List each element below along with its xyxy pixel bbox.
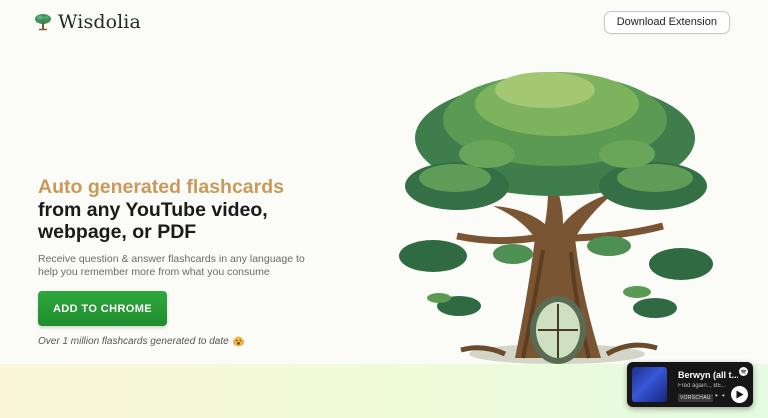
hero-subtext: Receive question & answer flashcards in …: [38, 252, 305, 279]
preview-badge: VORSCHAU: [678, 394, 713, 402]
spotify-icon[interactable]: [739, 367, 748, 376]
music-player-widget[interactable]: Berwyn (all t... Fred again.., BE... VOR…: [627, 362, 753, 407]
hero-section: Auto generated flashcards from any YouTu…: [38, 176, 338, 280]
more-options-icon[interactable]: • •: [715, 391, 726, 400]
headline-line-2: from any YouTube video,: [38, 198, 268, 221]
download-extension-button[interactable]: Download Extension: [603, 10, 730, 34]
stat-text: Over 1 million flashcards generated to d…: [38, 336, 229, 347]
hero-headline: Auto generated flashcards from any YouTu…: [38, 176, 338, 244]
site-header: Wisdolia Download Extension: [0, 0, 768, 44]
play-button[interactable]: [731, 386, 748, 403]
brand[interactable]: Wisdolia: [34, 11, 141, 33]
track-artist[interactable]: Fred again.., BE...: [678, 383, 730, 389]
brand-name: Wisdolia: [58, 11, 141, 33]
shocked-face-emoji-icon: [233, 336, 244, 347]
flashcard-stat: Over 1 million flashcards generated to d…: [38, 336, 244, 347]
tree-logo-icon: [35, 14, 51, 31]
add-to-chrome-button[interactable]: ADD TO CHROME: [38, 291, 167, 326]
track-title[interactable]: Berwyn (all t...: [678, 370, 738, 380]
tree-illustration: [399, 72, 713, 364]
play-icon: [736, 390, 744, 399]
album-art[interactable]: [632, 367, 667, 402]
headline-line-3: webpage, or PDF: [38, 221, 197, 243]
headline-accent: Auto generated flashcards: [38, 176, 284, 198]
